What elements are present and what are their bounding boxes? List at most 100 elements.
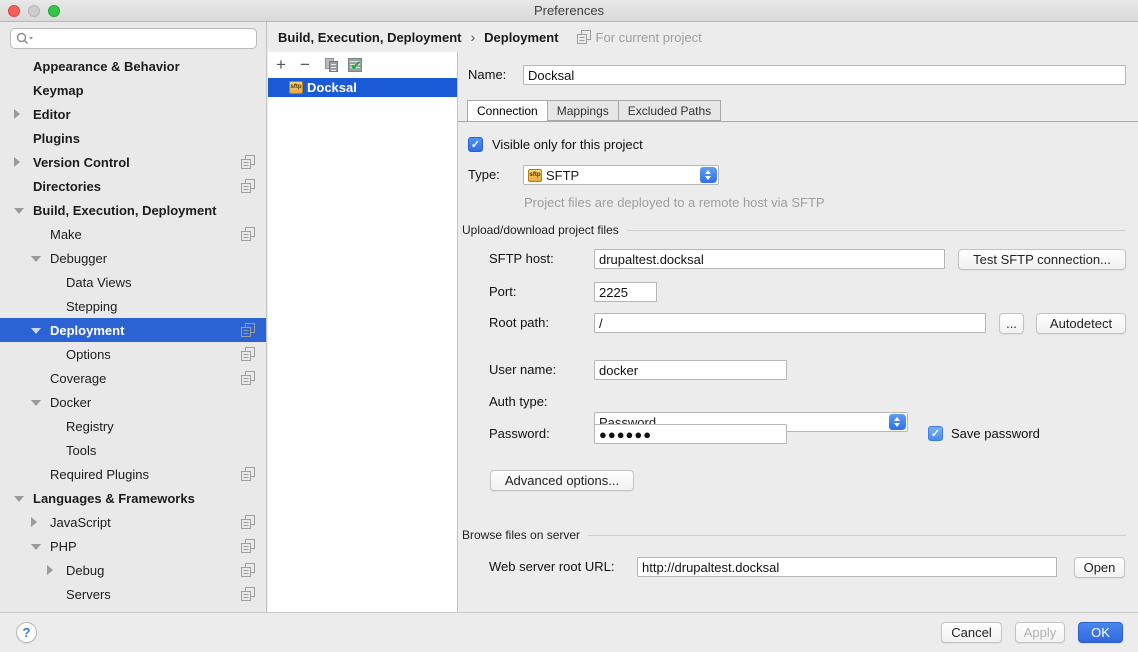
sidebar-item-php[interactable]: PHP	[0, 534, 266, 558]
sidebar-item-debug[interactable]: Debug	[0, 558, 266, 582]
sidebar-item-label: Keymap	[33, 83, 84, 98]
copy-server-icon[interactable]	[325, 58, 338, 72]
per-project-icon	[241, 587, 255, 601]
type-select[interactable]: sftp SFTP	[523, 165, 719, 185]
help-button[interactable]: ?	[16, 622, 37, 643]
web-root-input[interactable]	[637, 557, 1057, 577]
settings-sidebar: Appearance & Behavior Keymap Editor Plugins…	[0, 22, 267, 612]
user-name-input[interactable]	[594, 360, 787, 380]
save-password-label: Save password	[951, 424, 1040, 444]
autodetect-button[interactable]: Autodetect	[1036, 313, 1126, 334]
right-arrow-icon[interactable]	[31, 517, 37, 527]
sftp-icon: sftp	[528, 169, 542, 182]
sidebar-item-label: Registry	[66, 419, 114, 434]
browse-root-path-button[interactable]: ...	[999, 313, 1024, 334]
sidebar-item-data-views[interactable]: Data Views	[0, 270, 266, 294]
search-input[interactable]	[10, 28, 257, 49]
down-arrow-icon[interactable]	[31, 400, 41, 406]
per-project-icon	[241, 539, 255, 553]
tab-bar: ConnectionMappingsExcluded Paths	[458, 100, 1138, 122]
sidebar-item-javascript[interactable]: JavaScript	[0, 510, 266, 534]
sidebar-item-make[interactable]: Make	[0, 222, 266, 246]
per-project-icon	[577, 30, 591, 44]
sidebar-item-debugger[interactable]: Debugger	[0, 246, 266, 270]
sidebar-item-registry[interactable]: Registry	[0, 414, 266, 438]
name-input[interactable]	[523, 65, 1126, 85]
auth-type-label: Auth type:	[489, 392, 548, 412]
right-arrow-icon[interactable]	[47, 565, 53, 575]
down-arrow-icon[interactable]	[31, 256, 41, 262]
breadcrumb-separator-icon: ›	[470, 29, 475, 45]
sidebar-tree: Appearance & Behavior Keymap Editor Plugins…	[0, 54, 266, 606]
sidebar-item-plugins[interactable]: Plugins	[0, 126, 266, 150]
visible-only-label: Visible only for this project	[492, 135, 643, 155]
sidebar-item-label: Editor	[33, 107, 71, 122]
sidebar-item-tools[interactable]: Tools	[0, 438, 266, 462]
save-password-checkbox[interactable]: ✓	[928, 426, 943, 441]
right-arrow-icon[interactable]	[14, 157, 20, 167]
sidebar-item-label: Appearance & Behavior	[33, 59, 180, 74]
sidebar-item-editor[interactable]: Editor	[0, 102, 266, 126]
sidebar-item-build-execution-deployment[interactable]: Build, Execution, Deployment	[0, 198, 266, 222]
right-arrow-icon[interactable]	[14, 109, 20, 119]
sidebar-item-appearance-behavior[interactable]: Appearance & Behavior	[0, 54, 266, 78]
sidebar-item-coverage[interactable]: Coverage	[0, 366, 266, 390]
sidebar-item-stepping[interactable]: Stepping	[0, 294, 266, 318]
per-project-icon	[241, 227, 255, 241]
stepper-arrows-icon	[700, 167, 717, 183]
sidebar-item-version-control[interactable]: Version Control	[0, 150, 266, 174]
sidebar-item-servers[interactable]: Servers	[0, 582, 266, 606]
per-project-icon	[241, 563, 255, 577]
open-url-button[interactable]: Open	[1074, 557, 1125, 578]
cancel-button[interactable]: Cancel	[941, 622, 1002, 643]
test-sftp-connection-button[interactable]: Test SFTP connection...	[958, 249, 1126, 270]
sidebar-item-label: Options	[66, 347, 111, 362]
sidebar-item-label: Debugger	[50, 251, 107, 266]
remove-server-button[interactable]: −	[294, 55, 316, 75]
root-path-input[interactable]	[594, 313, 986, 333]
type-label: Type:	[468, 165, 500, 185]
deployment-form: Name: ConnectionMappingsExcluded Paths ✓…	[458, 52, 1138, 612]
add-server-button[interactable]: +	[270, 55, 292, 75]
advanced-options-button[interactable]: Advanced options...	[490, 470, 634, 491]
dialog-footer: ? Cancel Apply OK	[0, 612, 1138, 652]
sidebar-item-label: Languages & Frameworks	[33, 491, 195, 506]
group-divider	[588, 535, 1126, 536]
tab-mappings[interactable]: Mappings	[548, 100, 618, 121]
ok-button[interactable]: OK	[1078, 622, 1123, 643]
group-divider	[627, 230, 1126, 231]
sftp-host-label: SFTP host:	[489, 249, 554, 269]
tab-excluded-paths[interactable]: Excluded Paths	[618, 100, 721, 121]
server-item-label: Docksal	[307, 80, 357, 95]
password-input[interactable]	[594, 424, 787, 444]
per-project-icon	[241, 155, 255, 169]
sidebar-item-options[interactable]: Options	[0, 342, 266, 366]
tab-connection[interactable]: Connection	[467, 100, 548, 122]
down-arrow-icon[interactable]	[31, 328, 41, 334]
user-name-label: User name:	[489, 360, 556, 380]
server-list-item-docksal[interactable]: sftpDocksal	[268, 78, 457, 97]
visible-only-checkbox[interactable]: ✓	[468, 137, 483, 152]
browse-group-header: Browse files on server	[462, 528, 1126, 542]
sidebar-item-required-plugins[interactable]: Required Plugins	[0, 462, 266, 486]
sftp-host-input[interactable]	[594, 249, 945, 269]
sidebar-item-directories[interactable]: Directories	[0, 174, 266, 198]
apply-button[interactable]: Apply	[1015, 622, 1065, 643]
breadcrumb-item-current: Deployment	[484, 30, 558, 45]
server-list-panel: + − ✔ sftpDocksal	[268, 52, 458, 612]
sidebar-item-docker[interactable]: Docker	[0, 390, 266, 414]
breadcrumb-item-parent[interactable]: Build, Execution, Deployment	[278, 30, 461, 45]
sidebar-item-keymap[interactable]: Keymap	[0, 78, 266, 102]
title-bar: Preferences	[0, 0, 1138, 22]
sidebar-item-languages-frameworks[interactable]: Languages & Frameworks	[0, 486, 266, 510]
sidebar-item-label: Required Plugins	[50, 467, 149, 482]
down-arrow-icon[interactable]	[14, 496, 24, 502]
set-default-server-icon[interactable]: ✔	[348, 58, 362, 72]
sidebar-item-label: Stepping	[66, 299, 117, 314]
sidebar-item-label: Debug	[66, 563, 104, 578]
per-project-icon	[241, 323, 255, 337]
down-arrow-icon[interactable]	[14, 208, 24, 214]
port-input[interactable]	[594, 282, 657, 302]
down-arrow-icon[interactable]	[31, 544, 41, 550]
sidebar-item-deployment[interactable]: Deployment	[0, 318, 266, 342]
